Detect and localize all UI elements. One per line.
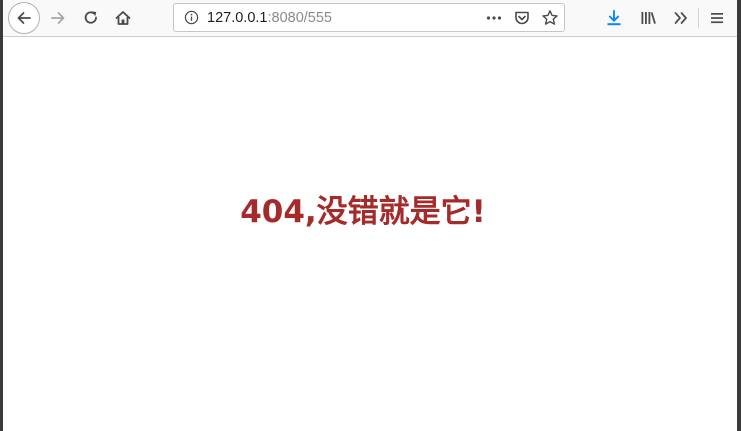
arrow-right-icon xyxy=(51,12,65,24)
reload-button[interactable] xyxy=(78,5,104,31)
toolbar-separator xyxy=(698,8,699,28)
pocket-icon xyxy=(515,11,529,25)
error-heading: 404,没错就是它! xyxy=(240,194,486,230)
more-dots-icon xyxy=(486,16,502,20)
main-menu-button[interactable] xyxy=(706,7,728,29)
downloads-button[interactable] xyxy=(603,7,625,29)
url-bar[interactable]: 127.0.0.1:8080/555 xyxy=(173,3,565,32)
info-icon[interactable] xyxy=(184,10,199,25)
page-actions-button[interactable] xyxy=(484,8,504,28)
library-button[interactable] xyxy=(637,7,659,29)
pocket-button[interactable] xyxy=(512,8,532,28)
url-text[interactable]: 127.0.0.1:8080/555 xyxy=(207,10,332,26)
browser-toolbar: 127.0.0.1:8080/555 xyxy=(3,0,737,37)
overflow-menu-button[interactable] xyxy=(670,7,692,29)
download-icon xyxy=(607,10,621,26)
star-icon xyxy=(542,10,558,25)
overflow-chevron-icon xyxy=(674,12,687,24)
home-button[interactable] xyxy=(110,5,136,31)
back-button[interactable] xyxy=(8,2,40,34)
reload-icon xyxy=(84,11,97,24)
browser-window: 127.0.0.1:8080/555 404,没错就是它! xyxy=(0,0,741,431)
home-icon xyxy=(115,11,131,25)
forward-button[interactable] xyxy=(45,5,71,31)
bookmark-star-button[interactable] xyxy=(540,8,560,28)
arrow-left-icon xyxy=(17,12,31,24)
hamburger-menu-icon xyxy=(711,13,723,24)
url-host: 127.0.0.1 xyxy=(207,10,268,26)
page-content: 404,没错就是它! xyxy=(3,37,737,431)
url-port-path: :8080/555 xyxy=(267,10,332,26)
library-icon xyxy=(641,12,656,24)
